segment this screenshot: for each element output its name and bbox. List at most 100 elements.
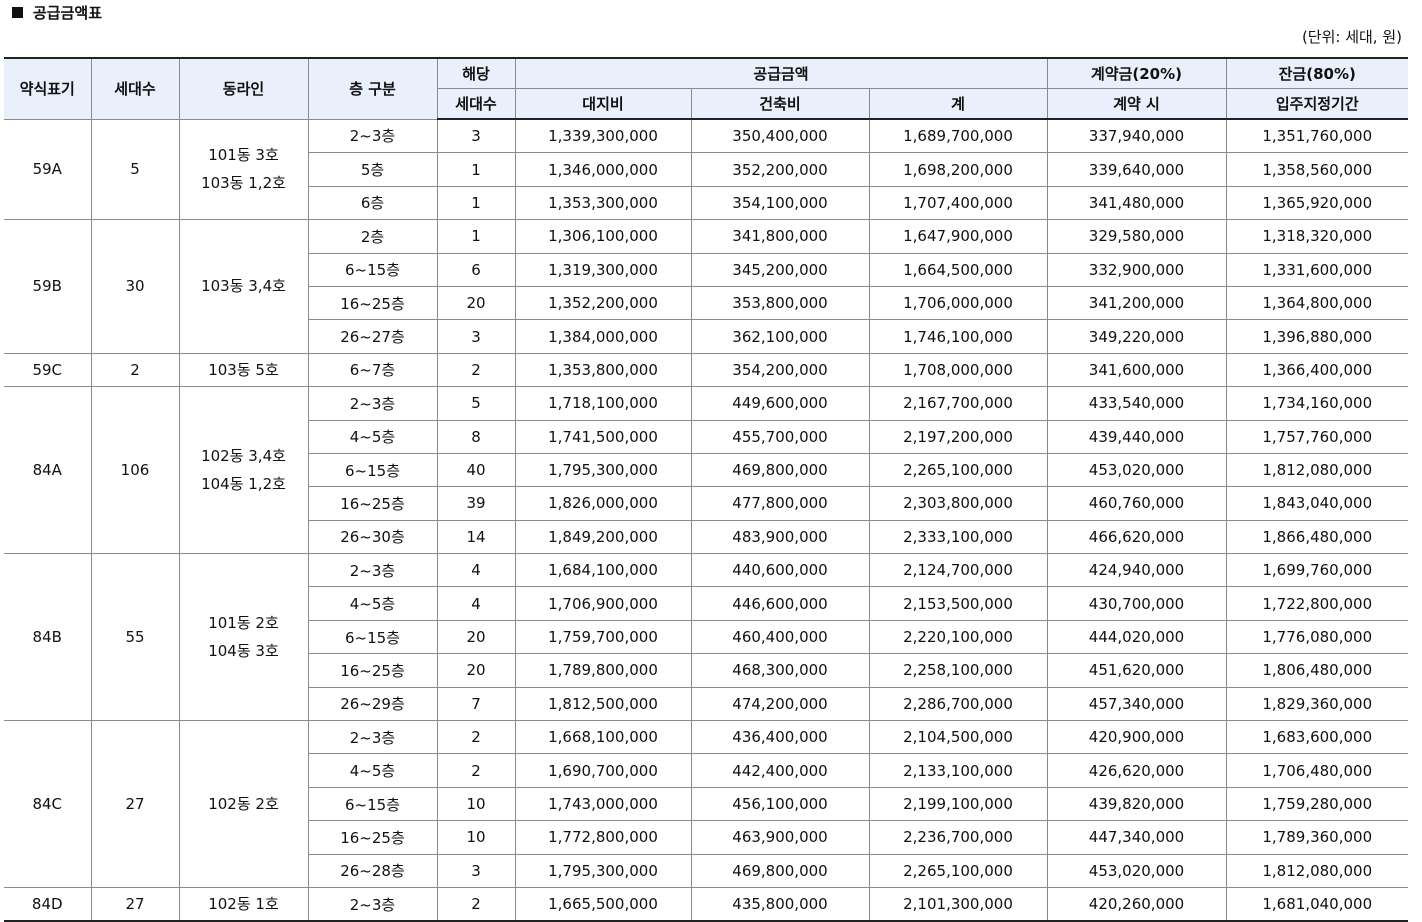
construction-cost-cell: 483,900,000 — [690, 519, 870, 555]
floor-cell: 2~3층 — [307, 886, 438, 922]
count-cell: 5 — [436, 386, 516, 421]
construction-cost-cell: 449,600,000 — [690, 386, 870, 421]
deposit-cell: 426,620,000 — [1046, 753, 1227, 788]
floor-cell: 6~15층 — [308, 786, 438, 822]
floor-cell: 16~25층 — [308, 820, 438, 855]
land-cost-cell: 1,668,100,000 — [514, 720, 692, 755]
floor-cell: 6~15층 — [308, 252, 438, 287]
balance-cell: 1,358,560,000 — [1225, 152, 1408, 187]
construction-cost-cell: 477,800,000 — [690, 486, 870, 521]
balance-cell: 1,722,800,000 — [1225, 586, 1408, 621]
land-cost-cell: 1,789,800,000 — [514, 653, 692, 688]
land-cost-cell: 1,339,300,000 — [514, 118, 692, 154]
floor-cell: 2~3층 — [307, 386, 438, 421]
count-cell: 8 — [436, 419, 516, 454]
balance-cell: 1,757,760,000 — [1225, 419, 1408, 454]
total-cell: 2,303,800,000 — [868, 486, 1048, 521]
households-cell: 106 — [90, 386, 180, 555]
total-cell: 1,698,200,000 — [868, 152, 1048, 187]
count-cell: 2 — [436, 886, 516, 922]
count-cell: 40 — [436, 452, 516, 488]
floor-cell: 26~27층 — [308, 319, 438, 354]
land-cost-cell: 1,353,300,000 — [514, 185, 692, 221]
count-cell: 7 — [436, 686, 516, 722]
balance-cell: 1,776,080,000 — [1225, 619, 1408, 655]
deposit-cell: 439,820,000 — [1046, 786, 1227, 822]
construction-cost-cell: 463,900,000 — [690, 820, 870, 855]
land-cost-cell: 1,684,100,000 — [514, 553, 692, 588]
count-cell: 20 — [436, 619, 516, 655]
supply-price-table: 약식표기 세대수 동라인 층 구분 해당 공급금액 계약금(20%) 잔금(80… — [4, 57, 1408, 922]
total-cell: 2,167,700,000 — [868, 386, 1048, 421]
header-type-abbr: 약식표기 — [4, 57, 92, 120]
floor-cell: 26~29층 — [308, 686, 438, 722]
count-cell: 6 — [436, 252, 516, 287]
header-households: 세대수 — [90, 57, 180, 120]
floor-cell: 4~5층 — [308, 753, 438, 788]
balance-cell: 1,331,600,000 — [1225, 252, 1408, 287]
count-cell: 10 — [436, 786, 516, 822]
deposit-cell: 341,480,000 — [1046, 185, 1227, 221]
floor-cell: 6층 — [308, 185, 438, 221]
households-cell: 55 — [90, 553, 180, 722]
balance-cell: 1,366,400,000 — [1225, 352, 1408, 388]
header-floor-division: 층 구분 — [307, 57, 438, 120]
total-cell: 2,236,700,000 — [868, 820, 1048, 855]
deposit-cell: 430,700,000 — [1046, 586, 1227, 621]
building-line-cell: 103동 3,4호 — [178, 219, 309, 354]
balance-cell: 1,734,160,000 — [1225, 386, 1408, 421]
floor-cell: 2~3층 — [307, 553, 438, 588]
deposit-cell: 420,260,000 — [1046, 886, 1227, 922]
households-cell: 27 — [90, 720, 180, 888]
construction-cost-cell: 474,200,000 — [690, 686, 870, 722]
balance-cell: 1,706,480,000 — [1225, 753, 1408, 788]
land-cost-cell: 1,665,500,000 — [514, 886, 692, 922]
count-cell: 2 — [436, 753, 516, 788]
header-applicable-1: 해당 — [436, 57, 516, 89]
construction-cost-cell: 435,800,000 — [690, 886, 870, 922]
building-line-text: 103동 3,4호 — [201, 277, 286, 296]
land-cost-cell: 1,384,000,000 — [514, 319, 692, 354]
count-cell: 3 — [436, 118, 516, 154]
building-line-cell: 101동 3호 103동 1,2호 — [178, 118, 309, 221]
balance-cell: 1,829,360,000 — [1225, 686, 1408, 722]
land-cost-cell: 1,741,500,000 — [514, 419, 692, 454]
building-line-text: 104동 3호 — [208, 642, 279, 661]
floor-cell: 16~25층 — [308, 285, 438, 321]
title-text: 공급금액표 — [33, 3, 103, 22]
floor-cell: 2~3층 — [307, 720, 438, 755]
construction-cost-cell: 345,200,000 — [690, 252, 870, 287]
deposit-cell: 466,620,000 — [1046, 519, 1227, 555]
count-cell: 2 — [436, 352, 516, 388]
construction-cost-cell: 455,700,000 — [690, 419, 870, 454]
land-cost-cell: 1,826,000,000 — [514, 486, 692, 521]
deposit-cell: 424,940,000 — [1046, 553, 1227, 588]
count-cell: 4 — [436, 553, 516, 588]
total-cell: 1,706,000,000 — [868, 285, 1048, 321]
total-cell: 2,258,100,000 — [868, 653, 1048, 688]
total-cell: 2,153,500,000 — [868, 586, 1048, 621]
land-cost-cell: 1,849,200,000 — [514, 519, 692, 555]
land-cost-cell: 1,812,500,000 — [514, 686, 692, 722]
header-supply-amount: 공급금액 — [514, 57, 1048, 89]
square-bullet-icon — [12, 6, 23, 18]
floor-cell: 16~25층 — [308, 486, 438, 521]
construction-cost-cell: 469,800,000 — [690, 853, 870, 888]
type-abbr-cell: 59A — [4, 118, 92, 221]
total-cell: 1,746,100,000 — [868, 319, 1048, 354]
construction-cost-cell: 469,800,000 — [690, 452, 870, 488]
land-cost-cell: 1,690,700,000 — [514, 753, 692, 788]
deposit-cell: 453,020,000 — [1046, 452, 1227, 488]
balance-cell: 1,789,360,000 — [1225, 820, 1408, 855]
building-line-text: 102동 2호 — [208, 795, 279, 813]
construction-cost-cell: 354,100,000 — [690, 185, 870, 221]
building-line-text: 101동 3호 — [208, 146, 279, 165]
floor-cell: 4~5층 — [308, 586, 438, 621]
construction-cost-cell: 440,600,000 — [690, 553, 870, 588]
count-cell: 39 — [436, 486, 516, 521]
table-title: 공급금액표 — [12, 1, 102, 23]
land-cost-cell: 1,795,300,000 — [514, 853, 692, 888]
balance-cell: 1,866,480,000 — [1225, 519, 1408, 555]
total-cell: 2,101,300,000 — [868, 886, 1048, 922]
floor-cell: 16~25층 — [308, 653, 438, 688]
